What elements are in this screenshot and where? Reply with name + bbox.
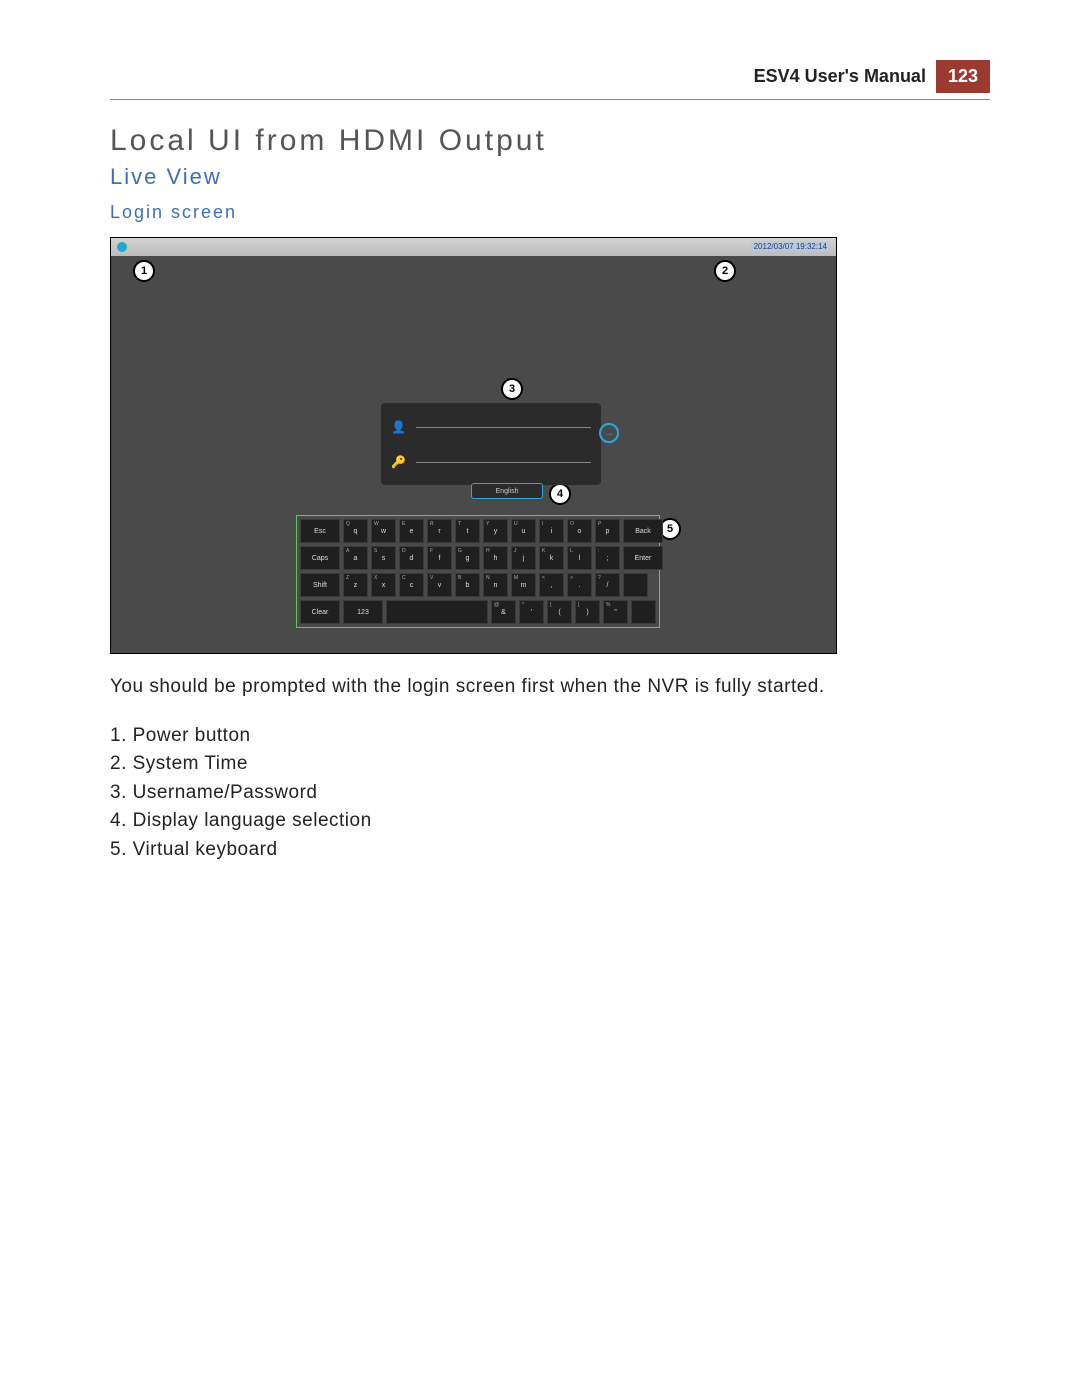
keyboard-key[interactable]: mM <box>511 573 536 597</box>
keyboard-key[interactable]: uU <box>511 519 536 543</box>
section-title: Local UI from HDMI Output <box>110 124 990 158</box>
window-top-bar <box>111 238 836 256</box>
keyboard-key[interactable]: ([ <box>547 600 572 624</box>
page-header: ESV4 User's Manual 123 <box>110 60 990 93</box>
keyboard-key[interactable]: kK <box>539 546 564 570</box>
keyboard-key[interactable]: /? <box>595 573 620 597</box>
keyboard-key[interactable]: oO <box>567 519 592 543</box>
keyboard-key[interactable]: .> <box>567 573 592 597</box>
list-item: 4. Display language selection <box>110 807 990 836</box>
callout-4: 4 <box>549 483 571 505</box>
keyboard-key[interactable]: aA <box>343 546 368 570</box>
kb-row-4: Clear123 &@'*([)]"% <box>300 600 656 624</box>
keyboard-key[interactable]: fF <box>427 546 452 570</box>
keyboard-key[interactable]: sS <box>371 546 396 570</box>
list-item: 1. Power button <box>110 722 990 751</box>
keyboard-key[interactable]: gG <box>455 546 480 570</box>
keyboard-key[interactable]: 123 <box>343 600 383 624</box>
kb-row-1: EscqQwWeErRtTyYuUiIoOpPBack <box>300 519 656 543</box>
keyboard-key[interactable]: bB <box>455 573 480 597</box>
keyboard-key[interactable] <box>386 600 488 624</box>
header-rule <box>110 99 990 100</box>
keyboard-key[interactable]: Clear <box>300 600 340 624</box>
keyboard-key[interactable]: zZ <box>343 573 368 597</box>
key-icon: 🔑 <box>391 455 406 469</box>
system-time: 2012/03/07 19:32:14 <box>751 241 830 252</box>
language-select[interactable]: English <box>471 483 543 499</box>
subsection-title: Live View <box>110 164 990 190</box>
keyboard-key[interactable]: )] <box>575 600 600 624</box>
subsubsection-title: Login screen <box>110 202 990 223</box>
page-number: 123 <box>936 60 990 93</box>
keyboard-key[interactable]: eE <box>399 519 424 543</box>
keyboard-key[interactable]: tT <box>455 519 480 543</box>
keyboard-key[interactable] <box>623 573 648 597</box>
list-item: 2. System Time <box>110 750 990 779</box>
keyboard-key[interactable]: xX <box>371 573 396 597</box>
callout-2: 2 <box>714 260 736 282</box>
kb-row-3: ShiftzZxXcCvVbBnNmM,<.>/? <box>300 573 656 597</box>
keyboard-key[interactable]: "% <box>603 600 628 624</box>
username-field[interactable] <box>416 426 591 428</box>
keyboard-key[interactable]: wW <box>371 519 396 543</box>
keyboard-key[interactable]: lL <box>567 546 592 570</box>
keyboard-key[interactable]: pP <box>595 519 620 543</box>
keyboard-key[interactable]: ,< <box>539 573 564 597</box>
keyboard-key[interactable]: qQ <box>343 519 368 543</box>
keyboard-key[interactable]: hH <box>483 546 508 570</box>
callout-3: 3 <box>501 378 523 400</box>
keyboard-key[interactable]: &@ <box>491 600 516 624</box>
keyboard-key[interactable]: iI <box>539 519 564 543</box>
user-icon: 👤 <box>391 420 406 434</box>
keyboard-key[interactable]: Caps <box>300 546 340 570</box>
keyboard-key[interactable]: rR <box>427 519 452 543</box>
keyboard-key[interactable]: Enter <box>623 546 663 570</box>
keyboard-key[interactable]: nN <box>483 573 508 597</box>
password-field[interactable] <box>416 461 591 463</box>
callout-list: 1. Power button 2. System Time 3. Userna… <box>110 722 990 865</box>
keyboard-key[interactable] <box>631 600 656 624</box>
intro-paragraph: You should be prompted with the login sc… <box>110 674 990 700</box>
manual-title: ESV4 User's Manual <box>754 66 936 87</box>
keyboard-key[interactable]: '* <box>519 600 544 624</box>
list-item: 3. Username/Password <box>110 779 990 808</box>
login-screenshot: 2012/03/07 19:32:14 1 2 3 4 5 👤 🔑 → Engl… <box>110 237 837 654</box>
login-submit-icon[interactable]: → <box>599 423 619 443</box>
keyboard-key[interactable]: Shift <box>300 573 340 597</box>
keyboard-key[interactable]: Esc <box>300 519 340 543</box>
keyboard-key[interactable]: jJ <box>511 546 536 570</box>
virtual-keyboard: EscqQwWeErRtTyYuUiIoOpPBack CapsaAsSdDfF… <box>296 515 660 628</box>
list-item: 5. Virtual keyboard <box>110 836 990 865</box>
keyboard-key[interactable]: vV <box>427 573 452 597</box>
power-button-icon[interactable] <box>117 242 127 252</box>
keyboard-key[interactable]: dD <box>399 546 424 570</box>
kb-row-2: CapsaAsSdDfFgGhHjJkKlL;:Enter <box>300 546 656 570</box>
keyboard-key[interactable]: Back <box>623 519 663 543</box>
keyboard-key[interactable]: cC <box>399 573 424 597</box>
login-panel: 👤 🔑 → <box>381 403 601 485</box>
keyboard-key[interactable]: yY <box>483 519 508 543</box>
callout-1: 1 <box>133 260 155 282</box>
keyboard-key[interactable]: ;: <box>595 546 620 570</box>
language-value: English <box>496 488 519 495</box>
